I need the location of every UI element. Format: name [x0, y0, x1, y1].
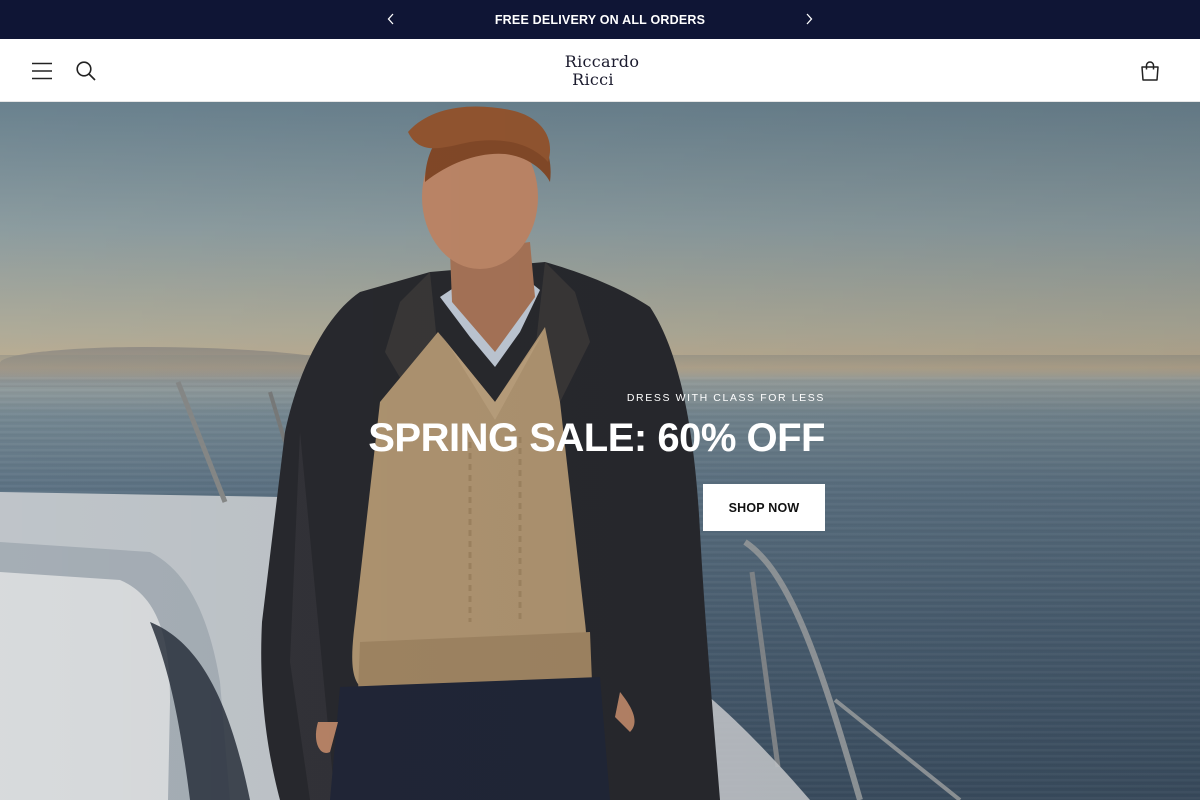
hero-content: DRESS WITH CLASS FOR LESS SPRING SALE: 6…: [360, 392, 826, 531]
hero-banner: DRESS WITH CLASS FOR LESS SPRING SALE: 6…: [0, 102, 1200, 800]
logo-line-2: Ricci: [572, 70, 614, 89]
logo-line-1: Riccardo: [564, 52, 640, 71]
announcement-message: FREE DELIVERY ON ALL ORDERS: [494, 12, 706, 27]
shop-now-button[interactable]: SHOP NOW: [703, 484, 825, 531]
announcement-bar: FREE DELIVERY ON ALL ORDERS: [0, 0, 1200, 39]
hero-eyebrow: DRESS WITH CLASS FOR LESS: [626, 392, 825, 404]
brand-logo[interactable]: Riccardo Ricci: [540, 50, 660, 92]
hero-headline: SPRING SALE: 60% OFF: [368, 416, 825, 460]
shopping-bag-icon[interactable]: [1135, 56, 1165, 86]
hamburger-menu-icon[interactable]: [27, 56, 57, 86]
chevron-left-icon[interactable]: [381, 9, 401, 29]
site-header: Riccardo Ricci: [0, 39, 1200, 102]
chevron-right-icon[interactable]: [799, 9, 819, 29]
search-icon[interactable]: [71, 56, 101, 86]
